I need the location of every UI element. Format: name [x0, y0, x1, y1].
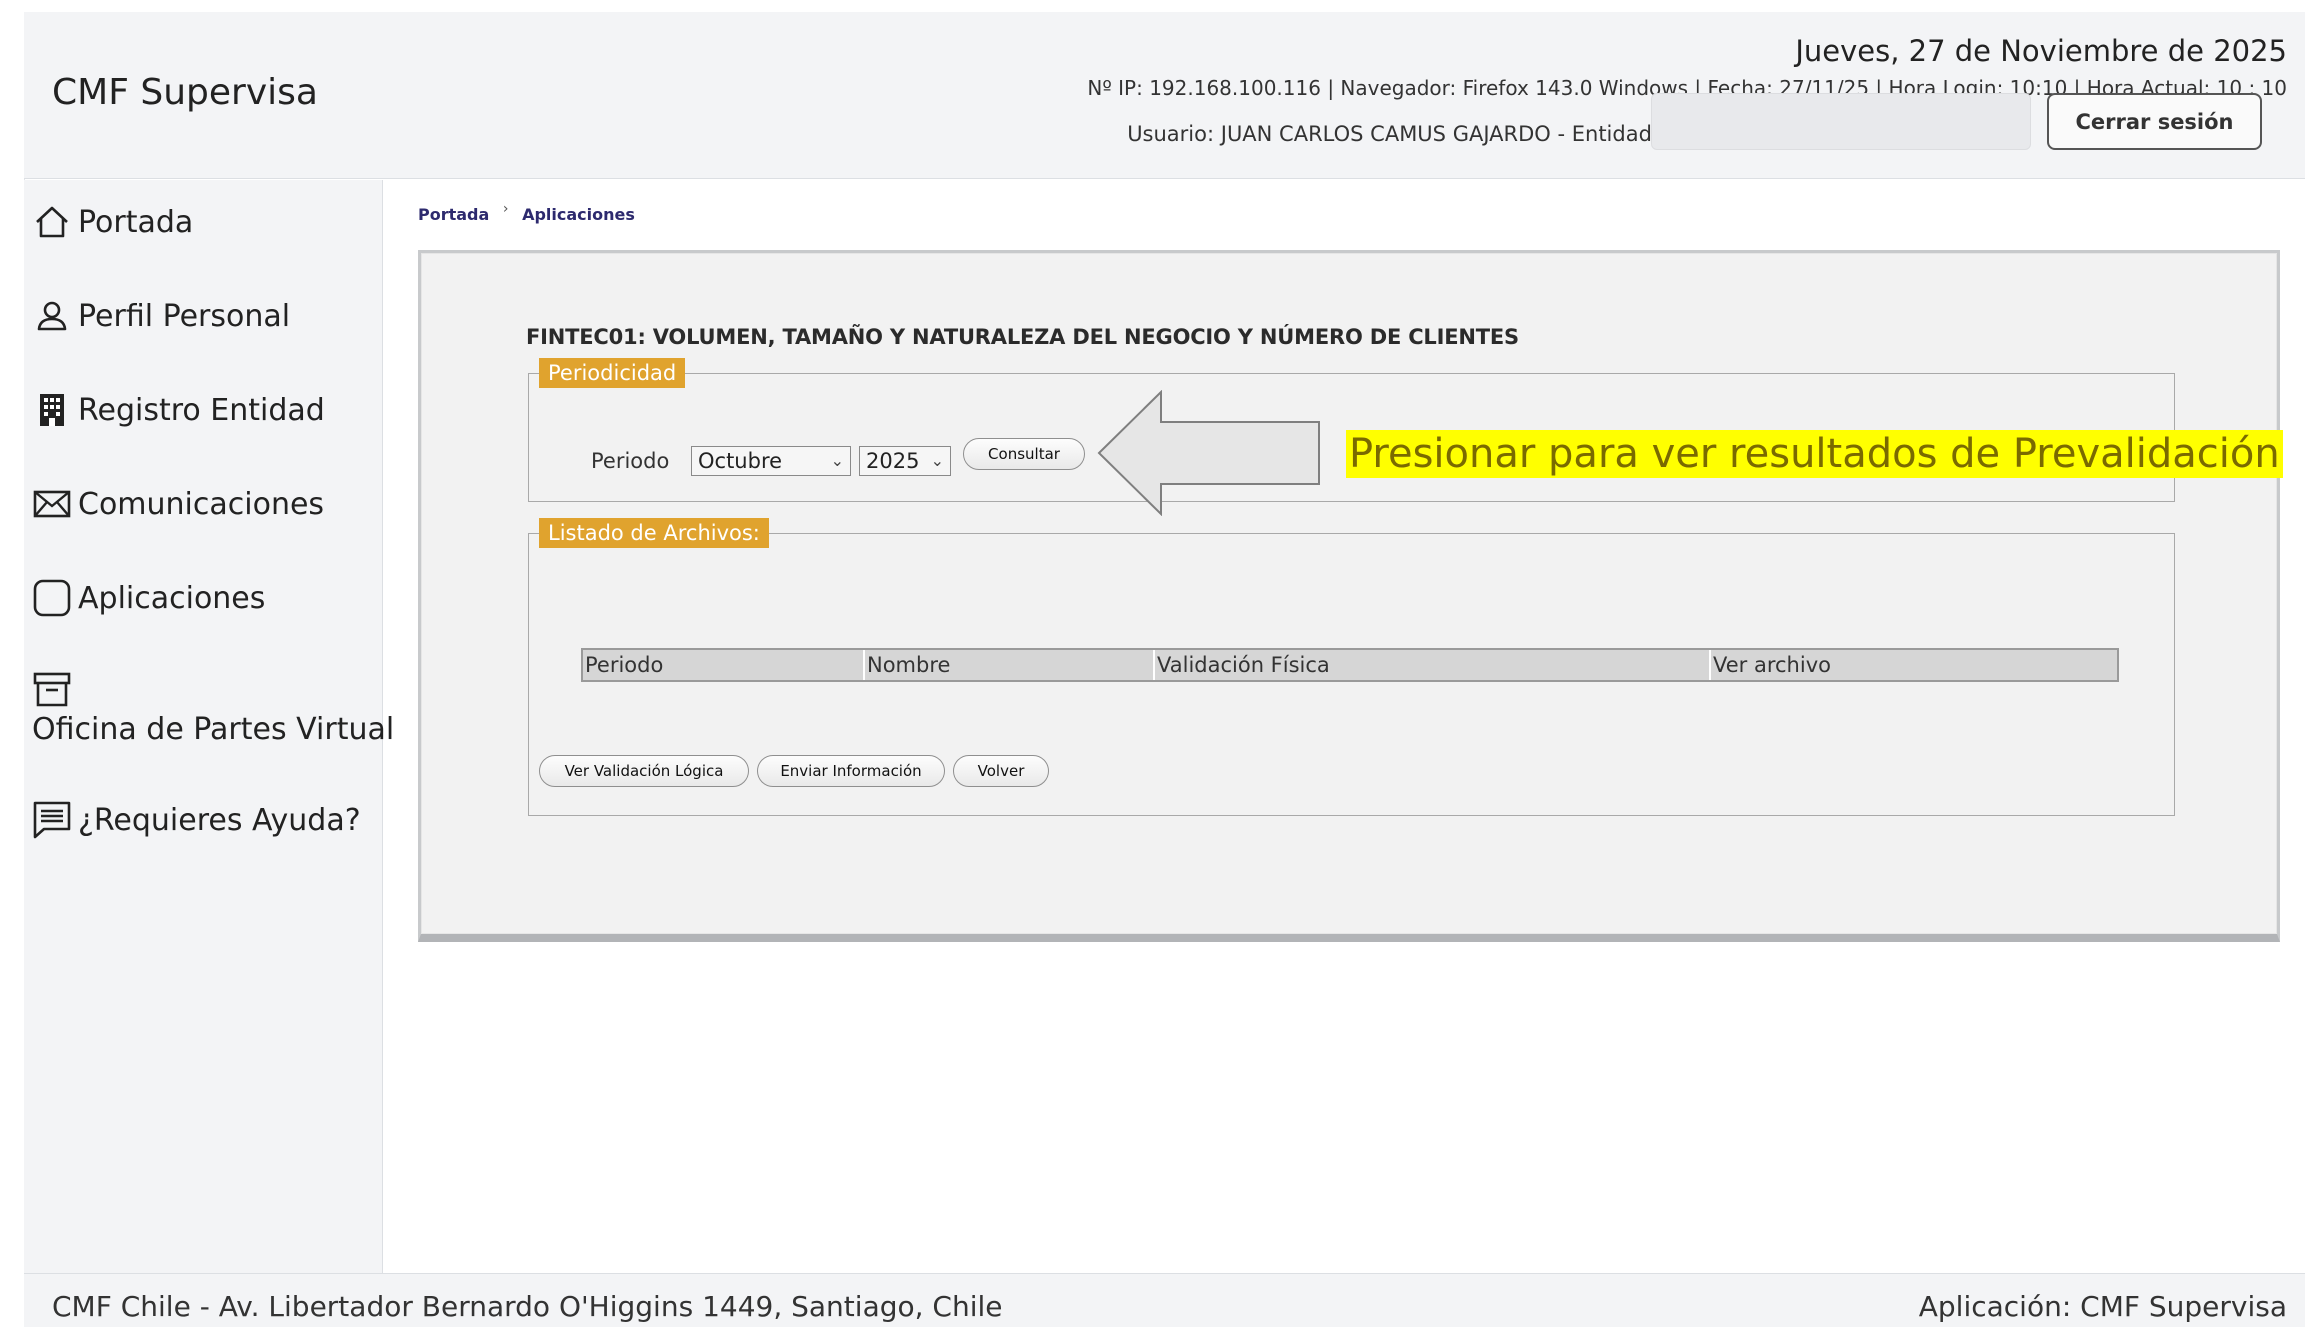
breadcrumb: Portada › Aplicaciones: [418, 200, 635, 225]
application-panel: FINTEC01: VOLUMEN, TAMAÑO Y NATURALEZA D…: [418, 250, 2280, 942]
ver-validacion-logica-button[interactable]: Ver Validación Lógica: [539, 755, 749, 787]
sidebar: Portada Perfil Personal Registro Entidad…: [24, 180, 394, 1273]
arrow-left-icon: [1097, 390, 1320, 516]
sidebar-item-aplicaciones[interactable]: Aplicaciones: [32, 578, 265, 618]
sidebar-item-label: Perfil Personal: [78, 298, 291, 334]
sidebar-item-perfil[interactable]: Perfil Personal: [32, 296, 290, 336]
chevron-down-icon: ⌄: [930, 451, 944, 470]
consultar-button[interactable]: Consultar: [963, 438, 1085, 470]
enviar-informacion-button[interactable]: Enviar Información: [757, 755, 945, 787]
sidebar-item-registro[interactable]: Registro Entidad: [32, 390, 325, 430]
breadcrumb-separator-icon: ›: [502, 200, 509, 217]
archive-icon: [33, 672, 71, 707]
listado-fieldset: Listado de Archivos: Periodo Nombre Vali…: [528, 518, 2175, 816]
year-select[interactable]: 2025 ⌄: [859, 446, 951, 476]
user-info: Usuario: JUAN CARLOS CAMUS GAJARDO - Ent…: [1127, 122, 1659, 146]
sidebar-item-ayuda[interactable]: ¿Requieres Ayuda?: [32, 800, 361, 840]
column-header-ver-archivo: Ver archivo: [1713, 653, 1831, 677]
logout-button[interactable]: Cerrar sesión: [2047, 93, 2262, 150]
home-icon: [36, 206, 68, 238]
brand-title: CMF Supervisa: [52, 72, 318, 113]
sidebar-item-comunicaciones[interactable]: Comunicaciones: [32, 484, 324, 524]
sidebar-item-label: ¿Requieres Ayuda?: [78, 802, 361, 838]
header-date: Jueves, 27 de Noviembre de 2025: [1795, 34, 2287, 68]
month-select-value: Octubre: [698, 449, 783, 473]
files-table-header: Periodo Nombre Validación Física Ver arc…: [581, 648, 2119, 682]
user-icon: [37, 301, 67, 331]
sidebar-item-label: Registro Entidad: [78, 392, 325, 428]
square-icon: [33, 579, 71, 617]
entity-field[interactable]: [1651, 93, 2031, 150]
column-header-nombre: Nombre: [865, 650, 1155, 680]
footer-app-name: Aplicación: CMF Supervisa: [1918, 1290, 2287, 1323]
sidebar-item-label: Comunicaciones: [78, 486, 325, 522]
sidebar-item-portada[interactable]: Portada: [32, 202, 193, 242]
envelope-icon: [33, 490, 71, 518]
annotation-hint: Presionar para ver resultados de Prevali…: [1346, 430, 2283, 478]
page-footer: CMF Chile - Av. Libertador Bernardo O'Hi…: [24, 1273, 2305, 1327]
message-icon: [33, 801, 71, 839]
volver-button[interactable]: Volver: [953, 755, 1049, 787]
sidebar-item-label: Aplicaciones: [78, 580, 266, 616]
periodo-label: Periodo: [591, 449, 670, 473]
sidebar-item-label: Portada: [78, 204, 194, 240]
breadcrumb-home-link[interactable]: Portada: [418, 205, 489, 224]
periodicidad-legend: Periodicidad: [539, 358, 686, 388]
footer-address: CMF Chile - Av. Libertador Bernardo O'Hi…: [52, 1290, 1003, 1323]
chevron-down-icon: ⌄: [830, 451, 844, 470]
page-title: FINTEC01: VOLUMEN, TAMAÑO Y NATURALEZA D…: [526, 325, 1519, 349]
year-select-value: 2025: [866, 449, 920, 473]
month-select[interactable]: Octubre ⌄: [691, 446, 851, 476]
column-header-periodo: Periodo: [583, 650, 865, 680]
sidebar-item-label: Oficina de Partes Virtual: [32, 712, 395, 747]
building-icon: [40, 394, 64, 426]
listado-legend: Listado de Archivos:: [539, 518, 769, 548]
sidebar-item-oficina[interactable]: Oficina de Partes Virtual: [32, 670, 394, 747]
column-header-validacion: Validación Física: [1155, 650, 1711, 680]
breadcrumb-current[interactable]: Aplicaciones: [522, 205, 635, 224]
